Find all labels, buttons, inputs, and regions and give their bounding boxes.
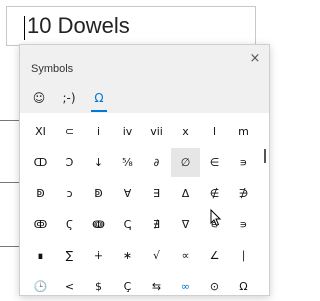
document-text: 10 Dowels xyxy=(27,13,130,38)
symbol-cell[interactable]: ∎ xyxy=(26,241,55,270)
symbol-cell[interactable]: ∈ xyxy=(200,148,229,177)
symbol-cell[interactable]: ↅ xyxy=(113,210,142,239)
symbol-cell[interactable]: ∀ xyxy=(113,179,142,208)
symbol-cell[interactable]: ↓ xyxy=(84,148,113,177)
symbol-cell[interactable]: 🕒 xyxy=(26,272,55,301)
mouse-pointer-icon xyxy=(210,209,222,227)
symbol-cell[interactable]: ⇆ xyxy=(142,272,171,301)
symbol-cell[interactable]: ∌ xyxy=(229,179,258,208)
close-button[interactable]: × xyxy=(247,51,263,67)
category-tabs: ☺ ;-) Ω xyxy=(26,87,116,112)
symbol-cell[interactable]: ∉ xyxy=(200,179,229,208)
emoji-icon: ☺ xyxy=(32,91,46,105)
symbol-cell[interactable]: ∂ xyxy=(142,148,171,177)
symbol-cell[interactable]: m xyxy=(229,117,258,146)
symbol-cell[interactable]: Δ xyxy=(171,179,200,208)
symbol-cell[interactable]: Ϛ xyxy=(55,210,84,239)
symbol-cell[interactable]: ∗ xyxy=(113,241,142,270)
symbol-cell[interactable]: ↀ xyxy=(26,148,55,177)
symbol-cell[interactable]: ∃ xyxy=(142,179,171,208)
panel-header: Symbols × ☺ ;-) Ω xyxy=(20,45,269,113)
symbol-cell[interactable]: ↂ xyxy=(26,210,55,239)
symbol-cell[interactable]: ↁ xyxy=(26,179,55,208)
symbol-cell[interactable]: ∍ xyxy=(229,210,258,239)
symbol-cell[interactable]: ∅ xyxy=(171,148,200,177)
symbol-cell[interactable]: ∄ xyxy=(142,210,171,239)
symbol-cell[interactable]: ∇ xyxy=(171,210,200,239)
symbol-cell[interactable]: XI xyxy=(26,117,55,146)
symbol-cell[interactable]: ∣ xyxy=(229,241,258,270)
symbol-cell[interactable]: ⁵⁄₈ xyxy=(113,148,142,177)
symbol-cell[interactable]: ⊙ xyxy=(200,272,229,301)
symbols-panel: Symbols × ☺ ;-) Ω XI ⊂ i iv vii x l m ↀ Ↄ ↓ ⁵⁄₈ ∂ ∅ ∈ ∍… xyxy=(19,44,270,296)
symbol-cell[interactable]: ⊂ xyxy=(55,117,84,146)
symbol-cell[interactable]: iv xyxy=(113,117,142,146)
symbol-cell[interactable]: Ç xyxy=(113,272,142,301)
symbol-cell[interactable]: x xyxy=(171,117,200,146)
symbol-cell[interactable]: vii xyxy=(142,117,171,146)
tab-symbols[interactable]: Ω xyxy=(86,87,112,112)
kaomoji-icon: ;-) xyxy=(62,91,76,105)
symbol-cell[interactable]: ∠ xyxy=(200,241,229,270)
symbol-cell[interactable]: ↄ xyxy=(55,179,84,208)
scrollbar-thumb[interactable] xyxy=(264,149,266,163)
symbol-cell[interactable]: ↁ xyxy=(84,179,113,208)
tab-emoji[interactable]: ☺ xyxy=(26,87,52,109)
symbol-cell[interactable]: ∍ xyxy=(229,148,258,177)
text-caret xyxy=(24,16,25,40)
symbol-cell[interactable]: ∝ xyxy=(171,241,200,270)
symbol-cell[interactable]: < xyxy=(55,272,84,301)
panel-title: Symbols xyxy=(31,63,74,75)
symbol-cell[interactable]: √ xyxy=(142,241,171,270)
omega-icon: Ω xyxy=(94,91,104,105)
symbol-cell[interactable]: $ xyxy=(84,272,113,301)
symbol-cell[interactable]: i xyxy=(84,117,113,146)
symbol-cell[interactable]: Ω xyxy=(229,272,258,301)
symbol-cell[interactable]: Ↄ xyxy=(55,148,84,177)
symbol-cell[interactable]: ∔ xyxy=(84,241,113,270)
document-text-field[interactable]: 10 Dowels xyxy=(6,6,256,46)
symbol-cell[interactable]: l xyxy=(200,117,229,146)
symbol-cell[interactable]: ↈ xyxy=(84,210,113,239)
symbol-cell[interactable]: ∞ xyxy=(171,272,200,301)
tab-kaomoji[interactable]: ;-) xyxy=(56,87,82,109)
symbol-cell[interactable]: ∑ xyxy=(55,241,84,270)
